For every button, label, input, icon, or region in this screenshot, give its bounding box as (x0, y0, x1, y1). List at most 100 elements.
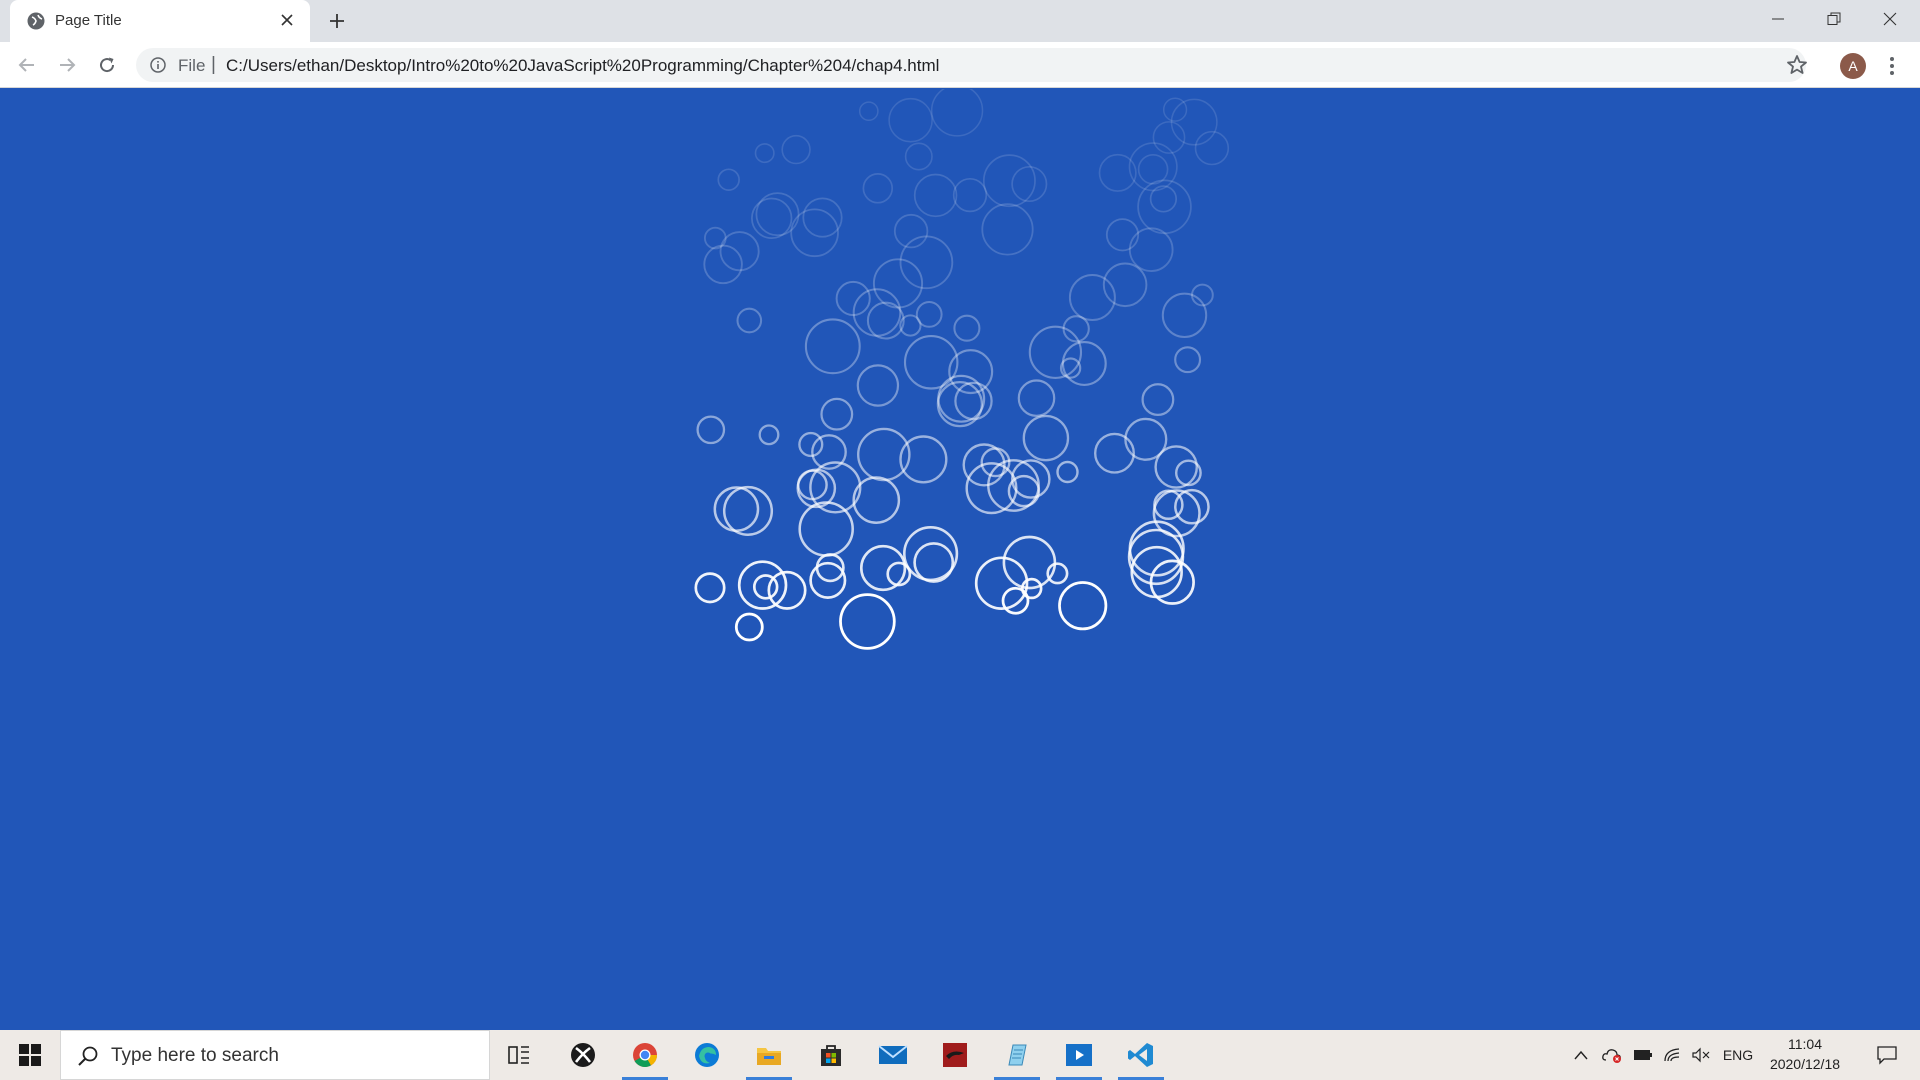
reload-icon (100, 57, 115, 73)
browser-menu-icon[interactable] (1880, 52, 1904, 80)
wifi-tray[interactable] (1660, 1030, 1686, 1080)
bubble (694, 572, 726, 604)
bubble (767, 570, 807, 610)
browser-tab[interactable]: Page Title (10, 0, 310, 42)
bubble (888, 97, 933, 143)
task-view-button[interactable] (492, 1030, 546, 1080)
windows-logo-icon (19, 1044, 41, 1066)
microsoft-store-app[interactable] (804, 1030, 858, 1080)
bubble (1046, 562, 1069, 585)
back-button[interactable] (11, 49, 43, 81)
reload-button[interactable] (91, 49, 123, 81)
game-tile-icon (943, 1043, 967, 1067)
scheme-label: File (178, 56, 206, 75)
start-button[interactable] (0, 1030, 60, 1080)
bubble (856, 364, 900, 407)
bubble (804, 318, 861, 375)
restore-button[interactable] (1806, 0, 1862, 38)
bubble (930, 89, 984, 137)
vscode-icon (1128, 1043, 1153, 1067)
battery-icon (1634, 1050, 1652, 1060)
file-explorer-app[interactable] (742, 1030, 796, 1080)
bubble (758, 424, 780, 446)
bubble (982, 154, 1036, 208)
edge-icon (695, 1043, 719, 1067)
action-center-button[interactable] (1862, 1030, 1912, 1080)
clock-date: 2020/12/18 (1769, 1056, 1841, 1072)
new-tab-button[interactable] (322, 6, 352, 36)
page-viewport (0, 89, 1920, 1030)
info-icon[interactable] (150, 57, 166, 73)
battery-tray[interactable] (1630, 1030, 1656, 1080)
bubble (953, 314, 981, 342)
bubble (820, 397, 854, 431)
bubble (915, 300, 943, 328)
bubble (713, 486, 760, 532)
bubble (1001, 586, 1030, 615)
volume-muted-icon (1692, 1047, 1710, 1063)
browser-tabstrip: Page Title (0, 0, 1920, 42)
xbox-icon (571, 1043, 595, 1067)
bubble (734, 612, 764, 642)
taskbar-search-box[interactable]: Type here to search (60, 1030, 490, 1080)
profile-avatar[interactable]: A (1840, 53, 1866, 79)
bubble (1174, 346, 1202, 374)
edge-app[interactable] (680, 1030, 734, 1080)
bubble (696, 415, 726, 445)
task-view-icon (508, 1046, 529, 1064)
scheme-divider: | (211, 54, 216, 75)
bubble (913, 173, 958, 218)
url-text[interactable]: C:/Users/ethan/Desktop/Intro%20to%20Java… (226, 56, 939, 76)
bubble (904, 142, 933, 171)
bubble (751, 197, 793, 239)
bubble (913, 542, 955, 583)
chrome-icon (633, 1043, 657, 1068)
xbox-app[interactable] (556, 1030, 610, 1080)
media-player-app[interactable] (1052, 1030, 1106, 1080)
vscode-app[interactable] (1114, 1030, 1168, 1080)
onedrive-tray[interactable] (1598, 1030, 1626, 1080)
forward-button[interactable] (51, 49, 83, 81)
bubble (1017, 379, 1056, 418)
game-app[interactable] (928, 1030, 982, 1080)
address-bar[interactable]: File | C:/Users/ethan/Desktop/Intro%20to… (136, 48, 1806, 82)
input-language[interactable]: ENG (1718, 1030, 1758, 1080)
notification-icon (1877, 1046, 1897, 1065)
mail-envelope-icon (878, 1045, 908, 1064)
bubble (1028, 325, 1083, 379)
bubble (1170, 98, 1218, 146)
bubble (903, 335, 959, 390)
bubble (1128, 227, 1174, 273)
bubble (1141, 383, 1175, 417)
search-icon (78, 1046, 98, 1066)
bubble (1022, 414, 1070, 462)
bubble (798, 431, 824, 458)
bubble (981, 203, 1034, 256)
chevron-up-icon (1574, 1050, 1588, 1060)
media-player-icon (1066, 1044, 1092, 1066)
minimize-button[interactable] (1750, 0, 1806, 38)
bubble (1124, 417, 1168, 461)
bubble (1161, 292, 1208, 339)
bubble (781, 134, 811, 165)
browser-toolbar: File | C:/Users/ethan/Desktop/Intro%20to… (0, 42, 1920, 88)
volume-tray[interactable] (1688, 1030, 1714, 1080)
clock-time: 11:04 (1788, 1036, 1822, 1052)
bubble (737, 560, 788, 610)
show-hidden-icons-button[interactable] (1568, 1030, 1594, 1080)
notepad-app[interactable] (990, 1030, 1044, 1080)
bubble (1094, 432, 1135, 474)
chrome-app[interactable] (618, 1030, 672, 1080)
mail-app[interactable] (866, 1030, 920, 1080)
bubble (1149, 185, 1178, 213)
close-tab-icon[interactable] (276, 9, 298, 31)
close-window-button[interactable] (1862, 0, 1918, 38)
bubble (1105, 218, 1140, 252)
taskbar-clock[interactable]: 11:04 2020/12/18 (1760, 1034, 1850, 1076)
cloud-error-icon (1602, 1049, 1621, 1063)
bubble (839, 593, 896, 650)
bookmark-star-icon[interactable] (1785, 53, 1809, 77)
taskbar: Type here to search ENG 11:04 2020/12/18 (0, 1030, 1920, 1080)
search-placeholder: Type here to search (111, 1045, 279, 1066)
bubble (754, 143, 775, 164)
